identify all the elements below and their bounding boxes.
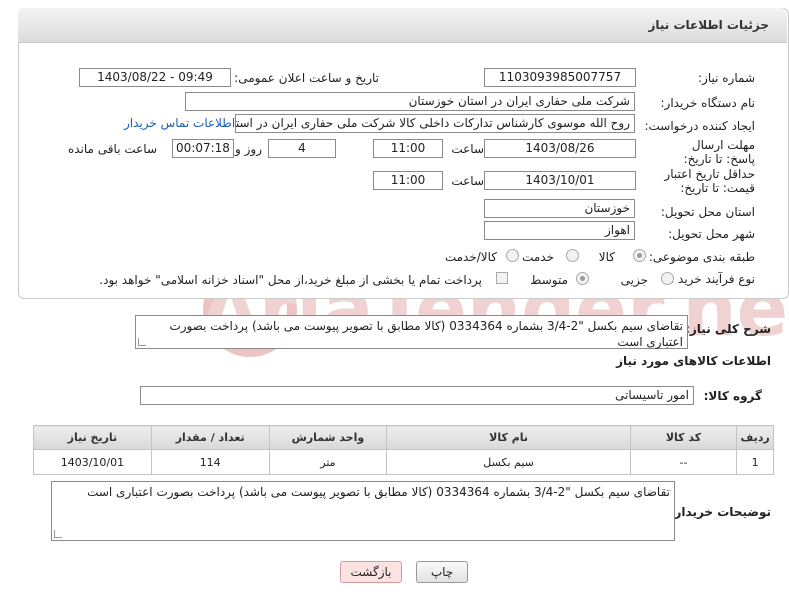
price-validity-date-field[interactable]: 1403/10/01	[484, 171, 636, 190]
description-text: تقاضای سیم بکسل "2-3/4 بشماره 0334364 (ک…	[169, 319, 683, 349]
province-field[interactable]: خوزستان	[484, 199, 635, 218]
cell-row: 1	[736, 449, 774, 475]
panel-title: جزئیات اطلاعات نیاز	[648, 18, 769, 32]
buyer-org-field[interactable]: شرکت ملی حفاری ایران در استان خوزستان	[185, 92, 635, 111]
goods-table: ردیف کد کالا نام کالا واحد شمارش تعداد /…	[33, 425, 774, 475]
col-qty: تعداد / مقدار	[150, 425, 270, 450]
process-minor-label: جزیی	[620, 273, 648, 287]
treasury-payment-checkbox[interactable]	[496, 272, 508, 284]
city-label: شهر محل تحویل:	[668, 227, 755, 241]
reply-date-field[interactable]: 1403/08/26	[484, 139, 636, 158]
table-row[interactable]: 1 -- سیم بکسل متر 114 1403/10/01	[33, 449, 774, 475]
category-label: طبقه بندی موضوعی:	[648, 250, 755, 264]
cell-unit: متر	[268, 449, 388, 475]
category-goods-service-radio[interactable]	[506, 249, 519, 262]
reply-days-field[interactable]: 4	[268, 139, 336, 158]
province-label: استان محل تحویل:	[660, 205, 755, 219]
col-name: نام کالا	[386, 425, 631, 450]
buyer-org-label: نام دستگاه خریدار:	[660, 96, 756, 110]
city-field[interactable]: اهواز	[484, 221, 635, 240]
goods-group-label: گروه کالا:	[703, 389, 762, 403]
col-row: ردیف	[736, 425, 774, 450]
col-code: کد کالا	[629, 425, 738, 450]
price-validity-time-field[interactable]: 11:00	[373, 171, 443, 190]
cell-date: 1403/10/01	[33, 449, 152, 475]
creator-label: ایجاد کننده درخواست:	[644, 119, 755, 133]
table-header-row: ردیف کد کالا نام کالا واحد شمارش تعداد /…	[33, 425, 774, 450]
process-medium-label: متوسط	[530, 273, 568, 287]
buyer-notes-label: توضیحات خریدار:	[669, 505, 771, 519]
description-textarea[interactable]: تقاضای سیم بکسل "2-3/4 بشماره 0334364 (ک…	[135, 315, 688, 349]
category-goods-label: کالا	[598, 250, 615, 264]
price-validity-label: حداقل تاریخ اعتبار قیمت: تا تاریخ:	[664, 167, 755, 195]
buyer-notes-text: تقاضای سیم بکسل "2-3/4 بشماره 0334364 (ک…	[87, 485, 670, 499]
description-label: شرح کلی نیاز:	[685, 322, 771, 336]
col-unit: واحد شمارش	[268, 425, 388, 450]
process-minor-radio[interactable]	[661, 272, 674, 285]
reply-time-field[interactable]: 11:00	[373, 139, 443, 158]
resize-grip-icon[interactable]	[54, 530, 62, 538]
cell-qty: 114	[150, 449, 270, 475]
need-number-field[interactable]: 1103093985007757	[484, 68, 636, 87]
creator-field[interactable]: روح الله موسوی کارشناس تدارکات داخلی کال…	[235, 114, 635, 133]
remaining-time-field[interactable]: 00:07:18	[172, 139, 234, 158]
treasury-payment-note: پرداخت تمام یا بخشی از مبلغ خرید،از محل …	[99, 273, 482, 287]
category-goods-radio[interactable]	[633, 249, 646, 262]
resize-grip-icon[interactable]	[138, 338, 146, 346]
print-button[interactable]: چاپ	[416, 561, 468, 583]
reply-deadline-label: مهلت ارسال پاسخ: تا تاریخ:	[683, 138, 755, 166]
panel-header: جزئیات اطلاعات نیاز	[18, 8, 787, 43]
need-number-label: شماره نیاز:	[698, 71, 755, 85]
cell-code: --	[629, 449, 738, 475]
col-date: تاریخ نیاز	[33, 425, 152, 450]
buyer-notes-textarea[interactable]: تقاضای سیم بکسل "2-3/4 بشماره 0334364 (ک…	[51, 481, 675, 541]
remaining-label: ساعت باقی مانده	[67, 142, 157, 156]
cell-name: سیم بکسل	[386, 449, 631, 475]
goods-group-field[interactable]: امور تاسیساتی	[140, 386, 694, 405]
price-validity-time-label: ساعت	[451, 174, 484, 188]
process-label: نوع فرآیند خرید :	[670, 272, 755, 286]
back-button[interactable]: بازگشت	[340, 561, 402, 583]
announce-datetime-value: 1403/08/22 - 09:49	[97, 70, 213, 84]
announce-label: تاریخ و ساعت اعلان عمومی:	[234, 71, 379, 85]
reply-time-label: ساعت	[451, 142, 484, 156]
announce-datetime-field[interactable]: 1403/08/22 - 09:49	[79, 68, 231, 87]
process-medium-radio[interactable]	[576, 272, 589, 285]
goods-section-title: اطلاعات کالاهای مورد نیاز	[616, 354, 771, 368]
category-service-label: خدمت	[522, 250, 554, 264]
buyer-contact-link[interactable]: اطلاعات تماس خریدار	[124, 116, 235, 130]
days-and-label: روز و	[235, 142, 262, 156]
category-service-radio[interactable]	[566, 249, 579, 262]
category-goods-service-label: کالا/خدمت	[444, 250, 497, 264]
